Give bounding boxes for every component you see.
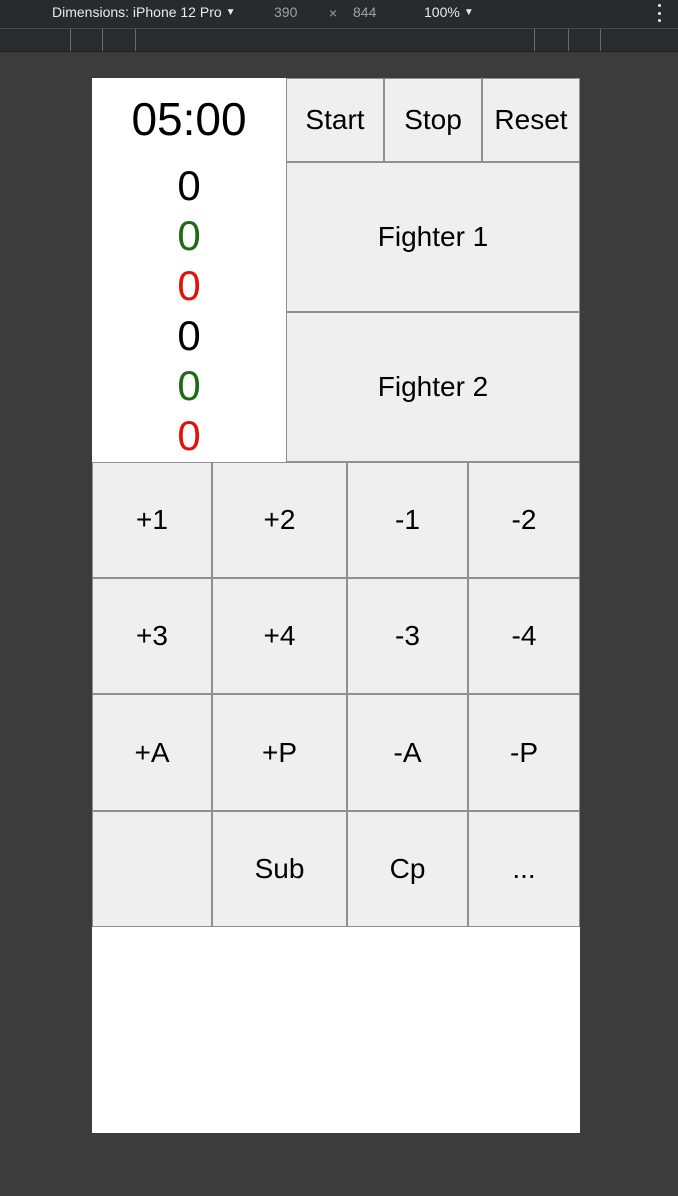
fighter1-button[interactable]: Fighter 1 [286,162,580,312]
fighter1-advantages: 0 [177,212,201,259]
device-label: Dimensions: iPhone 12 Pro [52,4,222,20]
times-icon: × [329,5,338,21]
minus-penalty-button[interactable]: -P [468,694,580,811]
minus-2-button[interactable]: -2 [468,462,580,578]
ruler-tick[interactable] [135,29,136,51]
plus-advantage-button[interactable]: +A [92,694,212,811]
zoom-select[interactable]: 100% ▼ [424,4,474,20]
chevron-down-icon: ▼ [463,6,474,18]
ruler-tick[interactable] [70,29,71,51]
more-button[interactable]: ... [468,811,580,927]
media-query-ruler [0,28,678,52]
fighter1-points: 0 [177,162,201,209]
device-viewport: 05:00 0 0 0 0 0 0 Start Stop Reset Fight… [92,78,580,1133]
chevron-down-icon: ▼ [225,6,236,18]
devtools-device-toolbar: Dimensions: iPhone 12 Pro ▼ 390 × 844 10… [0,0,678,28]
fighter1-penalties: 0 [177,262,201,309]
height-input[interactable]: 844 [353,4,376,20]
ruler-tick[interactable] [568,29,569,51]
score-panel: 05:00 0 0 0 0 0 0 [92,78,286,462]
minus-advantage-button[interactable]: -A [347,694,468,811]
plus-1-button[interactable]: +1 [92,462,212,578]
plus-penalty-button[interactable]: +P [212,694,347,811]
plus-2-button[interactable]: +2 [212,462,347,578]
minus-3-button[interactable]: -3 [347,578,468,694]
fighter2-advantages: 0 [177,362,201,409]
ruler-tick[interactable] [102,29,103,51]
minus-1-button[interactable]: -1 [347,462,468,578]
width-input[interactable]: 390 [274,4,297,20]
fighter2-points: 0 [177,312,201,359]
blank-button[interactable] [92,811,212,927]
minus-4-button[interactable]: -4 [468,578,580,694]
more-options-icon[interactable] [658,4,662,22]
stop-button[interactable]: Stop [384,78,482,162]
device-select[interactable]: Dimensions: iPhone 12 Pro ▼ [52,4,236,20]
plus-4-button[interactable]: +4 [212,578,347,694]
cp-button[interactable]: Cp [347,811,468,927]
start-button[interactable]: Start [286,78,384,162]
match-timer: 05:00 [131,93,247,145]
ruler-tick[interactable] [600,29,601,51]
zoom-label: 100% [424,4,460,20]
reset-button[interactable]: Reset [482,78,580,162]
fighter2-penalties: 0 [177,412,201,459]
ruler-tick[interactable] [534,29,535,51]
submission-button[interactable]: Sub [212,811,347,927]
fighter2-button[interactable]: Fighter 2 [286,312,580,462]
plus-3-button[interactable]: +3 [92,578,212,694]
